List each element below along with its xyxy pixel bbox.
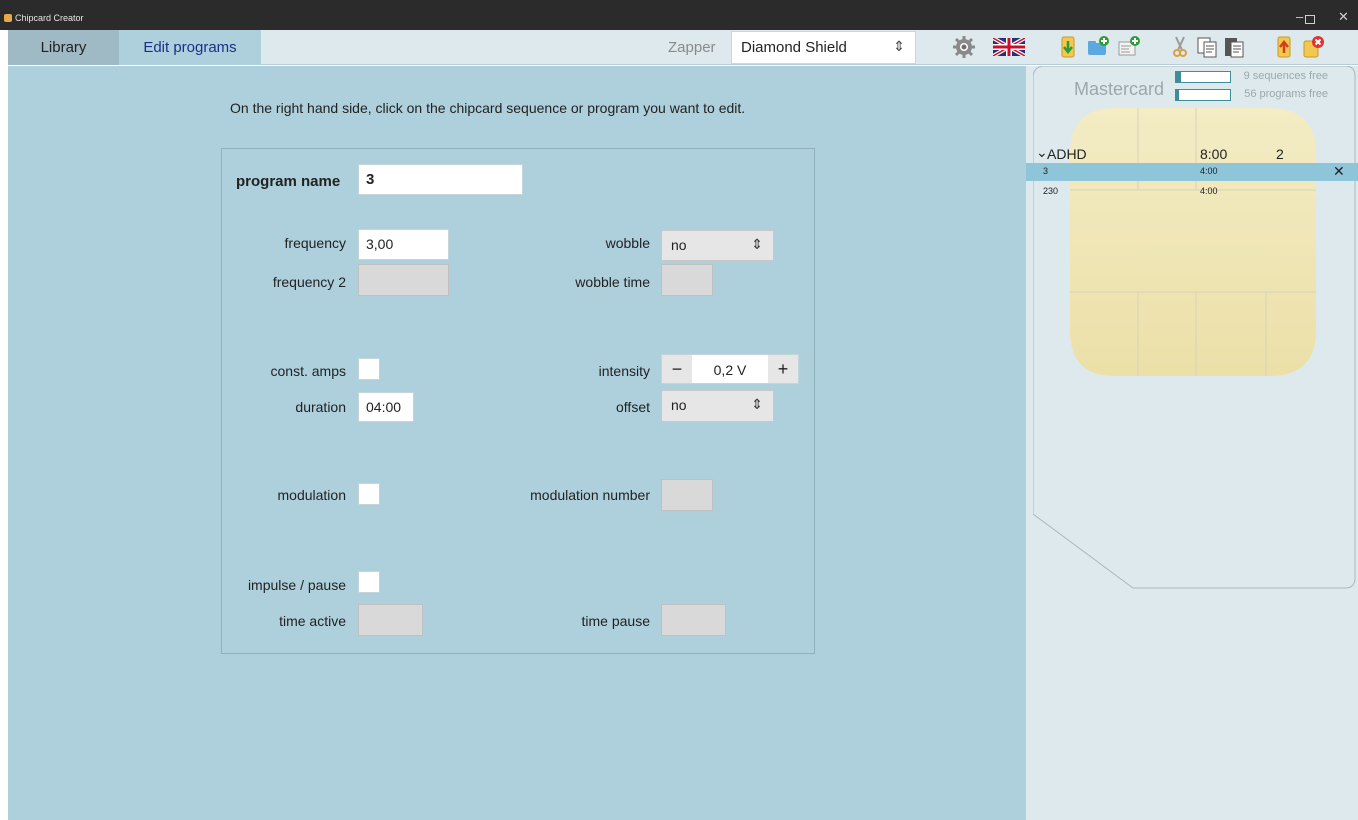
- window-title: Chipcard Creator: [15, 13, 84, 23]
- wobble-time-label: wobble time: [575, 274, 650, 290]
- intensity-decrease-button[interactable]: −: [662, 355, 692, 383]
- program-row-230[interactable]: 230 4:00: [1026, 183, 1358, 201]
- sequence-name: ADHD: [1047, 146, 1087, 162]
- offset-label: offset: [616, 399, 650, 415]
- intensity-increase-button[interactable]: +: [768, 355, 798, 383]
- program-name-label: program name: [236, 173, 341, 190]
- programs-capacity-fill: [1176, 90, 1179, 100]
- edit-programs-panel: On the right hand side, click on the chi…: [8, 66, 1026, 820]
- time-pause-input[interactable]: [661, 604, 726, 636]
- sequences-free-text: 9 sequences free: [1243, 70, 1328, 82]
- programs-free-text: 56 programs free: [1244, 88, 1328, 100]
- programs-capacity-bar: [1175, 89, 1231, 101]
- program-duration: 4:00: [1200, 166, 1218, 176]
- app-logo-icon: [4, 14, 12, 22]
- instructions-text: On the right hand side, click on the chi…: [230, 100, 746, 116]
- frequency2-label: frequency 2: [272, 274, 346, 290]
- frequency2-input[interactable]: [358, 264, 449, 296]
- impulse-pause-checkbox[interactable]: [358, 571, 380, 593]
- time-pause-label: time pause: [581, 613, 650, 629]
- settings-gear-icon[interactable]: [952, 35, 976, 59]
- wobble-time-input[interactable]: [661, 264, 713, 296]
- program-form: program name 3 frequency 3,00 wobble no …: [221, 148, 815, 654]
- sequences-capacity-fill: [1176, 72, 1182, 82]
- wobble-label: wobble: [605, 235, 650, 251]
- top-toolbar: Library Edit programs Zapper Diamond Shi…: [8, 30, 1358, 65]
- frequency-input[interactable]: 3,00: [358, 229, 449, 260]
- program-name: 230: [1043, 186, 1059, 196]
- const-amps-label: const. amps: [270, 363, 346, 379]
- paste-icon[interactable]: [1222, 35, 1246, 59]
- window-title-bar: Chipcard Creator – ✕: [0, 0, 1358, 30]
- zapper-select[interactable]: Diamond Shield ⇕: [731, 31, 916, 64]
- sequence-duration: 8:00: [1200, 146, 1228, 162]
- intensity-stepper[interactable]: − 0,2 V +: [661, 354, 799, 384]
- up-down-chevron-icon: ⇕: [893, 38, 905, 54]
- program-duration: 4:00: [1200, 186, 1218, 196]
- zapper-label: Zapper: [668, 39, 716, 56]
- chevron-down-icon[interactable]: ⌄: [1036, 144, 1048, 161]
- minimize-button[interactable]: –: [1296, 9, 1303, 24]
- up-down-chevron-icon: ⇕: [751, 396, 763, 412]
- cut-icon[interactable]: [1168, 35, 1192, 59]
- program-name: 3: [1043, 166, 1049, 176]
- chipcard-panel: Mastercard 9 sequences free 56 programs …: [1026, 66, 1358, 820]
- wobble-select[interactable]: no ⇕: [661, 230, 774, 261]
- uk-flag-icon[interactable]: [993, 38, 1025, 56]
- new-folder-icon[interactable]: [1086, 35, 1110, 59]
- maximize-button[interactable]: [1305, 15, 1315, 24]
- offset-value: no: [671, 397, 687, 413]
- intensity-label: intensity: [598, 363, 650, 379]
- modulation-checkbox[interactable]: [358, 483, 380, 505]
- new-program-icon[interactable]: [1117, 35, 1141, 59]
- delete-card-icon[interactable]: [1301, 35, 1325, 59]
- sequences-capacity-bar: [1175, 71, 1231, 83]
- tab-edit-programs[interactable]: Edit programs: [119, 30, 261, 65]
- frequency-label: frequency: [284, 235, 346, 251]
- impulse-pause-label: impulse / pause: [247, 577, 346, 593]
- upload-to-card-icon[interactable]: [1272, 35, 1296, 59]
- up-down-chevron-icon: ⇕: [751, 236, 763, 252]
- copy-icon[interactable]: [1195, 35, 1219, 59]
- time-active-label: time active: [279, 613, 346, 629]
- intensity-value: 0,2 V: [713, 362, 747, 378]
- modulation-number-input[interactable]: [661, 479, 713, 511]
- sequence-program-count: 2: [1276, 146, 1284, 162]
- zapper-selected-value: Diamond Shield: [741, 39, 847, 56]
- duration-input[interactable]: 04:00: [358, 392, 414, 422]
- sequence-row-adhd[interactable]: ⌄ ADHD 8:00 2: [1026, 144, 1358, 164]
- program-name-input[interactable]: 3: [358, 164, 523, 195]
- tab-library[interactable]: Library: [8, 30, 119, 65]
- remove-program-icon[interactable]: ✕: [1333, 163, 1345, 180]
- const-amps-checkbox[interactable]: [358, 358, 380, 380]
- modulation-number-label: modulation number: [530, 487, 650, 503]
- card-title: Mastercard: [1074, 79, 1165, 99]
- window-left-frame: [0, 30, 8, 820]
- program-row-3[interactable]: 3 4:00 ✕: [1026, 163, 1358, 181]
- offset-select[interactable]: no ⇕: [661, 390, 774, 422]
- wobble-value: no: [671, 237, 687, 253]
- time-active-input[interactable]: [358, 604, 423, 636]
- duration-label: duration: [295, 399, 346, 415]
- modulation-label: modulation: [277, 487, 347, 503]
- close-window-button[interactable]: ✕: [1338, 9, 1349, 25]
- import-icon[interactable]: [1056, 35, 1080, 59]
